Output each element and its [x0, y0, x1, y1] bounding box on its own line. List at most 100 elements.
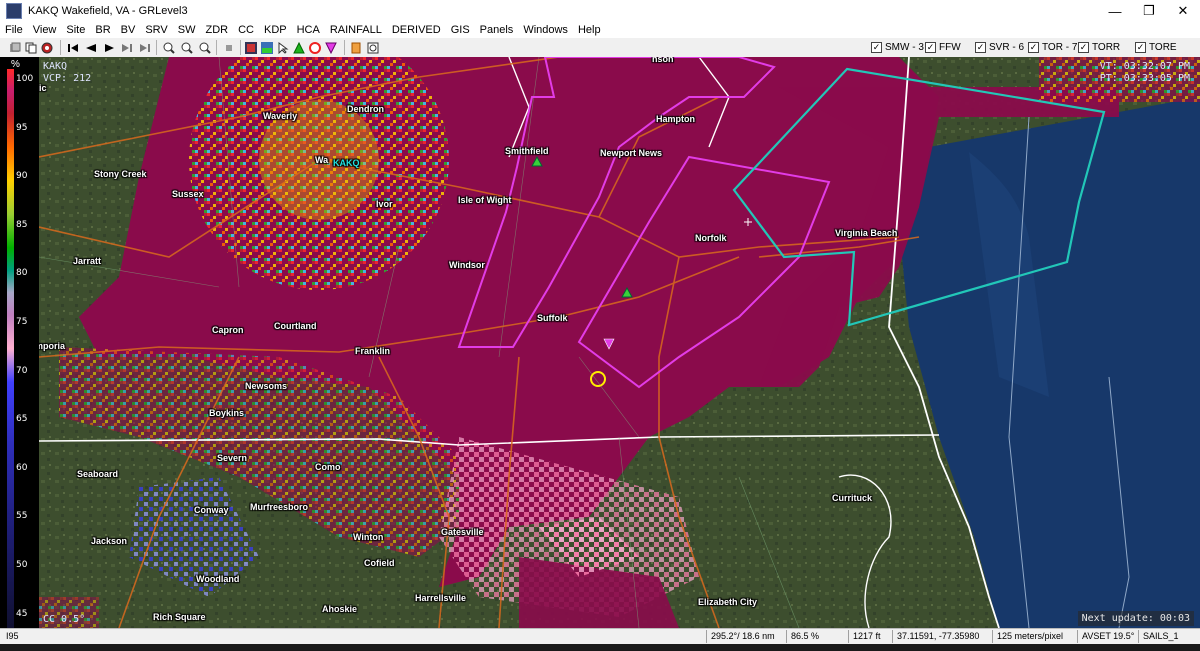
layers-icon[interactable]	[260, 40, 274, 55]
refresh-icon[interactable]	[8, 40, 22, 55]
window-controls: — ❐ ✕	[1098, 0, 1200, 22]
radar-site-icon[interactable]	[40, 40, 54, 55]
menu-view[interactable]: View	[28, 24, 62, 36]
city-label: Capron	[212, 325, 244, 335]
time-overlay: VT: 03:32:07 PM PT: 03:33:05 PM	[1100, 61, 1190, 85]
menu-zdr[interactable]: ZDR	[200, 24, 233, 36]
circle-marker-icon[interactable]	[308, 40, 322, 55]
scale-tick: 90	[16, 171, 28, 182]
city-label: Isle of Wight	[458, 195, 512, 205]
next-update-label: Next update: 00:03	[1077, 611, 1194, 626]
city-label: Seaboard	[77, 469, 119, 479]
first-frame-icon[interactable]	[66, 40, 80, 55]
city-label: Currituck	[832, 493, 873, 503]
zoom-in-icon[interactable]	[162, 40, 176, 55]
warning-toggle-ffw[interactable]: ✓ FFW	[925, 40, 961, 55]
scale-tick: 65	[16, 414, 28, 425]
status-avset: AVSET 19.5°	[1077, 630, 1134, 643]
site-id: KAKQ	[43, 61, 68, 72]
scale-tick: 100	[16, 74, 34, 84]
city-label: Ahoskie	[322, 604, 358, 614]
color-scale: % 100 95 90 85 80 75 70 65 60 55 50 45	[0, 57, 39, 628]
radar-site-label: KAKQ	[333, 158, 360, 168]
stop-icon[interactable]	[222, 40, 236, 55]
maximize-button[interactable]: ❐	[1132, 0, 1166, 22]
city-label: Ivor	[376, 199, 393, 209]
warning-toggle-torr[interactable]: ✓ TORR	[1078, 40, 1120, 55]
menu-bv[interactable]: BV	[116, 24, 141, 36]
play-icon[interactable]	[102, 40, 116, 55]
city-label: Jackson	[91, 536, 128, 546]
city-label: Courtland	[274, 321, 317, 331]
city-label: Suffolk	[537, 313, 568, 323]
city-label: Newport News	[600, 148, 663, 158]
warning-toggle-tore[interactable]: ✓ TORE	[1135, 40, 1177, 55]
zoom-reset-icon[interactable]	[198, 40, 212, 55]
menu-site[interactable]: Site	[61, 24, 90, 36]
city-label: Boykins	[209, 408, 245, 418]
scale-tick: 70	[16, 365, 28, 376]
menu-gis[interactable]: GIS	[446, 24, 475, 36]
city-label: Cofield	[364, 558, 395, 568]
window-title: KAKQ Wakefield, VA - GRLevel3	[28, 5, 188, 17]
last-frame-icon[interactable]	[138, 40, 152, 55]
menu-sw[interactable]: SW	[173, 24, 201, 36]
city-label: Hampton	[656, 114, 695, 124]
prev-frame-icon[interactable]	[84, 40, 98, 55]
zoom-out-icon[interactable]	[180, 40, 194, 55]
menu-help[interactable]: Help	[573, 24, 606, 36]
city-label: Waverly	[263, 111, 298, 121]
menu-srv[interactable]: SRV	[140, 24, 172, 36]
menu-windows[interactable]: Windows	[518, 24, 573, 36]
menu-kdp[interactable]: KDP	[259, 24, 292, 36]
warning-toggle-tor[interactable]: ✓ TOR - 7	[1028, 40, 1077, 55]
menu-panels[interactable]: Panels	[475, 24, 519, 36]
down-triangle-icon[interactable]	[324, 40, 338, 55]
menu-derived[interactable]: DERIVED	[387, 24, 446, 36]
status-height: 1217 ft	[848, 630, 881, 643]
city-label: Sussex	[172, 189, 204, 199]
close-button[interactable]: ✕	[1166, 0, 1200, 22]
warning-toggle-smw[interactable]: ✓ SMW - 3	[871, 40, 924, 55]
title-bar: KAKQ Wakefield, VA - GRLevel3 — ❐ ✕	[0, 0, 1200, 22]
color-scale-bar	[7, 69, 14, 628]
status-coords: 37.11591, -77.35980	[892, 630, 979, 643]
radar-map[interactable]: ic nson Waverly Dendron Wa KAKQ Stony Cr…	[39, 57, 1200, 628]
city-label: Gatesville	[441, 527, 484, 537]
vcp-label: VCP: 212	[43, 73, 92, 84]
pointer-icon[interactable]	[276, 40, 290, 55]
status-resolution: 125 meters/pixel	[992, 630, 1063, 643]
color-table-icon[interactable]	[244, 40, 258, 55]
status-product: I95	[6, 631, 19, 641]
status-azimuth: 295.2°/ 18.6 nm	[706, 630, 775, 643]
scale-tick: 75	[16, 317, 28, 327]
menu-file[interactable]: File	[0, 24, 28, 36]
triangle-marker-icon[interactable]	[292, 40, 306, 55]
toolbar: ✓ SMW - 3 ✓ FFW ✓ SVR - 6 ✓ TOR - 7 ✓ TORR ✓ T…	[0, 38, 1200, 58]
scale-tick: 50	[16, 560, 28, 570]
city-label: Windsor	[449, 260, 485, 270]
scale-tick: 80	[16, 268, 28, 279]
target-icon[interactable]	[366, 40, 380, 55]
menu-bar: File View Site BR BV SRV SW ZDR CC KDP H…	[0, 22, 1200, 38]
menu-br[interactable]: BR	[90, 24, 115, 36]
city-label: Franklin	[355, 346, 391, 356]
volume-time: VT: 03:32:07 PM	[1099, 61, 1190, 72]
marker-icon[interactable]	[350, 40, 362, 55]
city-label: Stony Creek	[94, 169, 147, 179]
warning-toggle-svr[interactable]: ✓ SVR - 6	[975, 40, 1024, 55]
status-bar: I95 295.2°/ 18.6 nm 86.5 % 1217 ft 37.11…	[0, 628, 1200, 645]
status-value: 86.5 %	[786, 630, 819, 643]
menu-cc[interactable]: CC	[233, 24, 259, 36]
scale-tick: 85	[16, 219, 28, 230]
city-label: Dendron	[347, 104, 384, 114]
city-label: Jarratt	[73, 256, 102, 266]
menu-hca[interactable]: HCA	[292, 24, 325, 36]
city-label: nson	[652, 57, 674, 64]
menu-rainfall[interactable]: RAINFALL	[325, 24, 387, 36]
copy-icon[interactable]	[24, 40, 38, 55]
minimize-button[interactable]: —	[1098, 0, 1132, 22]
next-frame-icon[interactable]	[120, 40, 134, 55]
app-icon	[6, 3, 22, 19]
city-label: Smithfield	[505, 146, 549, 156]
